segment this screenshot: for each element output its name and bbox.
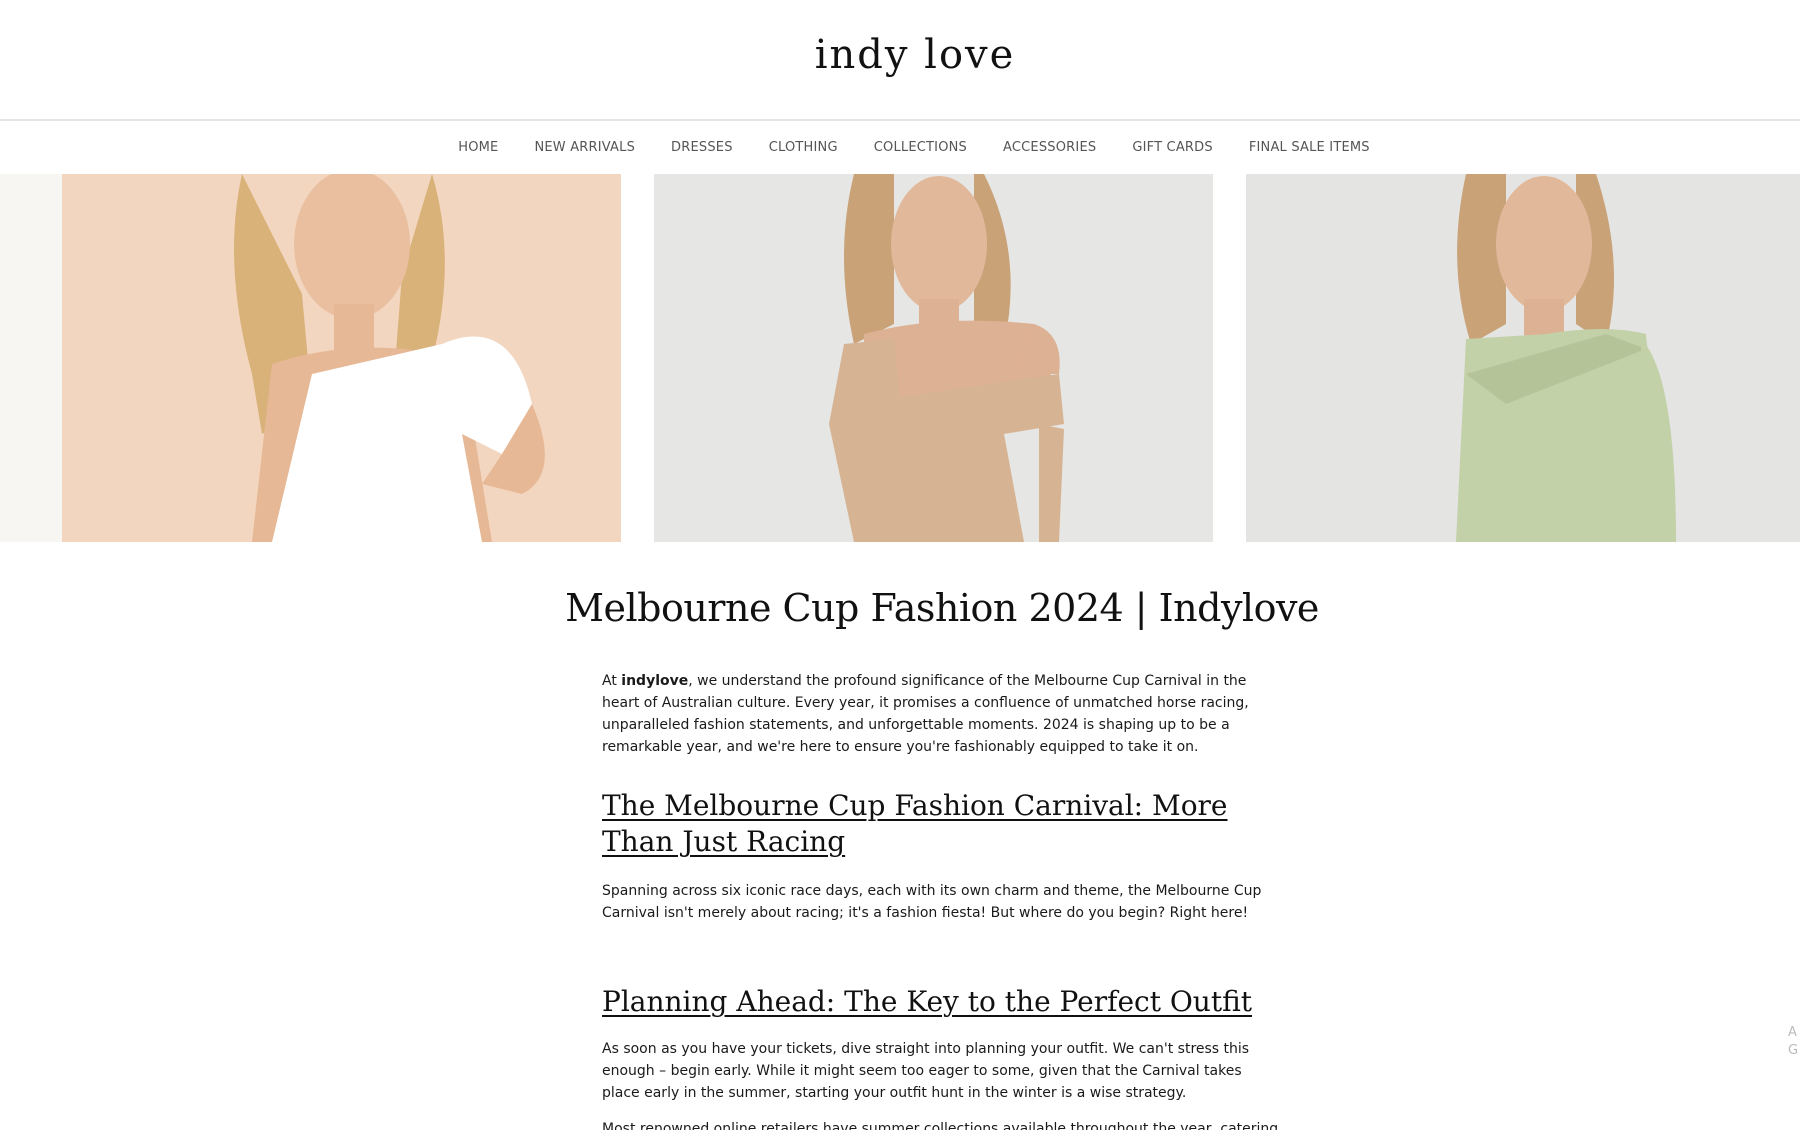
model-photo-2 [654, 174, 1213, 542]
nav-item-new-arrivals[interactable]: NEW ARRIVALS [534, 140, 635, 155]
section-body-planning: As soon as you have your tickets, dive s… [602, 1041, 1250, 1101]
article: Melbourne Cup Fashion 2024 | Indylove At… [565, 586, 1319, 1130]
article-title: Melbourne Cup Fashion 2024 | Indylove [565, 586, 1319, 630]
nav-item-dresses[interactable]: DRESSES [671, 140, 733, 155]
side-widget-tab[interactable]: A G [1788, 1024, 1800, 1060]
intro-text: , we understand the profound significanc… [602, 673, 1249, 755]
nav-item-home[interactable]: HOME [458, 140, 498, 155]
nav-item-final-sale[interactable]: FINAL SALE ITEMS [1249, 140, 1370, 155]
section-body-planning-2: Most renowned online retailers have summ… [602, 1121, 1279, 1130]
section-heading-carnival[interactable]: The Melbourne Cup Fashion Carnival: More… [602, 788, 1282, 860]
intro-prefix: At [602, 673, 622, 689]
gallery-photo-beige-dress[interactable] [654, 174, 1213, 542]
section-heading-planning[interactable]: Planning Ahead: The Key to the Perfect O… [602, 984, 1282, 1020]
hero-gallery [0, 174, 1800, 542]
site-header: indy love [0, 0, 1800, 121]
section-body-carnival: Spanning across six iconic race days, ea… [602, 883, 1262, 921]
article-intro: At indylove, we understand the profound … [602, 670, 1282, 758]
model-photo-1 [62, 174, 621, 542]
intro-brand: indylove [621, 673, 689, 689]
gallery-edge [0, 174, 62, 542]
main-nav: HOME NEW ARRIVALS DRESSES CLOTHING COLLE… [0, 121, 1800, 174]
brand-logo[interactable]: indy love [815, 32, 1016, 78]
nav-item-accessories[interactable]: ACCESSORIES [1003, 140, 1096, 155]
gallery-photo-green-dress[interactable] [1246, 174, 1800, 542]
model-photo-3 [1246, 174, 1800, 542]
gallery-photo-white-dress[interactable] [62, 174, 621, 542]
nav-item-collections[interactable]: COLLECTIONS [874, 140, 967, 155]
nav-item-clothing[interactable]: CLOTHING [769, 140, 838, 155]
nav-item-gift-cards[interactable]: GIFT CARDS [1132, 140, 1213, 155]
